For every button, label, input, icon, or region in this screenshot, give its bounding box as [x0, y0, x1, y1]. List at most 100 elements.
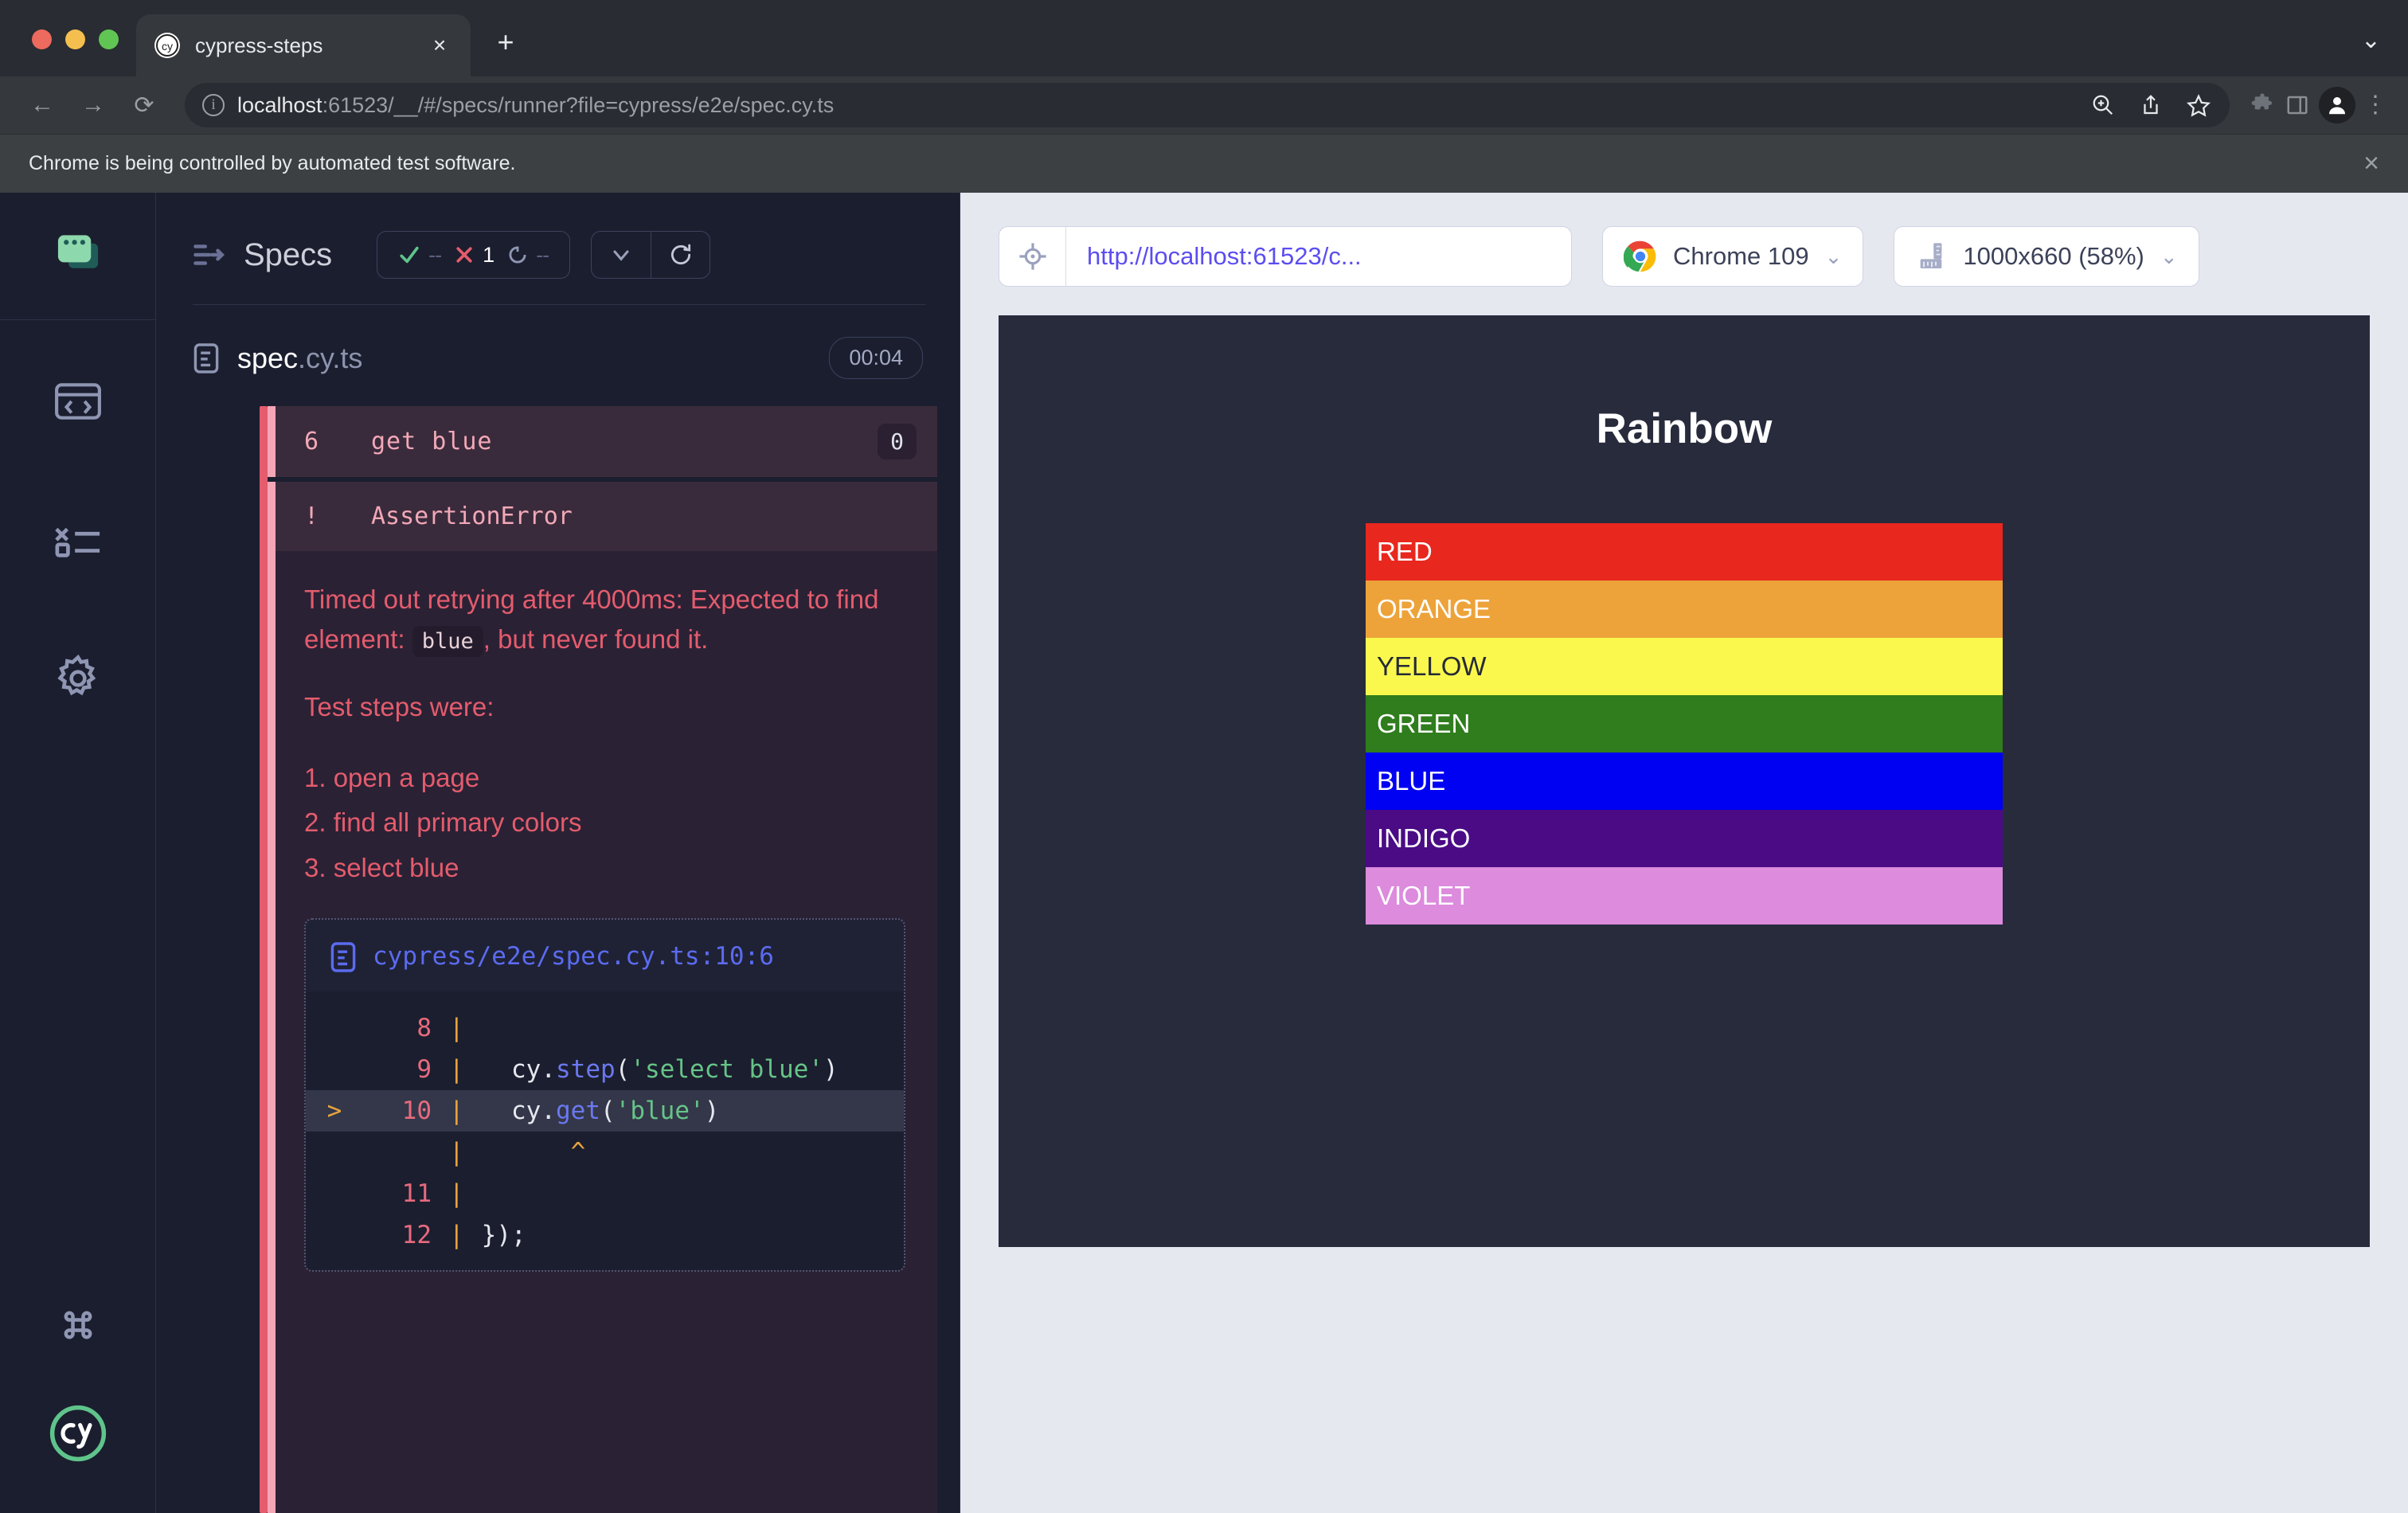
reporter-pane: Specs -- 1	[156, 193, 960, 1513]
zoom-in-icon[interactable]	[2089, 92, 2117, 119]
rainbow-bar-label: INDIGO	[1377, 823, 1470, 854]
stat-passed: --	[398, 243, 441, 268]
code-arrow: >	[320, 1090, 349, 1132]
close-icon[interactable]: ×	[426, 34, 453, 57]
command-label: get blue	[371, 428, 493, 455]
close-window-button[interactable]	[32, 29, 52, 49]
code-line: 9| cy.step('select blue')	[306, 1049, 904, 1090]
close-icon[interactable]: ×	[2363, 148, 2379, 179]
file-spec-icon	[193, 342, 220, 375]
rainbow-bar-violet[interactable]: VIOLET	[1366, 867, 2003, 925]
url-path: :61523/__/#/specs/runner?file=cypress/e2…	[322, 93, 835, 117]
reporter-controls	[591, 231, 710, 279]
viewport-selector[interactable]: 1000x660 (58%) ⌄	[1894, 226, 2199, 287]
automation-infobar: Chrome is being controlled by automated …	[0, 134, 2408, 193]
code-text: cy.get('blue')	[482, 1090, 720, 1132]
codeframe-path[interactable]: cypress/e2e/spec.cy.ts:10:6	[373, 940, 774, 972]
circle-dashed-icon	[507, 244, 528, 265]
error-body: Timed out retrying after 4000ms: Expecte…	[268, 551, 937, 1513]
address-bar[interactable]: i localhost:61523/__/#/specs/runner?file…	[185, 83, 2230, 127]
rainbow-bar-yellow[interactable]: YELLOW	[1366, 638, 2003, 695]
viewport-selector-label: 1000x660 (58%)	[1963, 242, 2144, 271]
code-sep: |	[432, 1173, 482, 1214]
stat-failed: 1	[454, 243, 494, 268]
code-sep: |	[432, 1214, 482, 1256]
reload-icon[interactable]	[651, 232, 710, 278]
spec-file-base: spec	[237, 342, 298, 374]
rainbow-bar-green[interactable]: GREEN	[1366, 695, 2003, 753]
aut-url-bar[interactable]: http://localhost:61523/c...	[999, 226, 1572, 287]
sidebar-logo[interactable]	[0, 193, 155, 320]
url-text: localhost:61523/__/#/specs/runner?file=c…	[237, 93, 834, 118]
sidebar-item-runs[interactable]	[43, 505, 113, 575]
error-codeframe: cypress/e2e/spec.cy.ts:10:6 8| 9| cy.ste…	[304, 918, 905, 1272]
svg-text:cy: cy	[162, 40, 173, 53]
window-controls: ⌄	[2361, 26, 2408, 76]
codeframe-source: 8| 9| cy.step('select blue') >10| cy.get…	[306, 991, 904, 1270]
code-line-caret: | ^	[306, 1132, 904, 1173]
page-title: Specs	[244, 237, 332, 273]
ruler-icon	[1915, 240, 1947, 272]
code-line-number: 12	[349, 1214, 432, 1256]
list-item: 2. find all primary colors	[304, 800, 905, 846]
chrome-icon	[1624, 240, 1657, 273]
rainbow-bar-indigo[interactable]: INDIGO	[1366, 810, 2003, 867]
cypress-specs-logo-icon	[52, 232, 104, 281]
chevron-down-icon[interactable]	[592, 232, 651, 278]
aut-url-text[interactable]: http://localhost:61523/c...	[1066, 227, 1382, 286]
chevron-down-icon[interactable]: ⌄	[1825, 244, 1843, 269]
chevron-down-icon[interactable]: ⌄	[2160, 244, 2178, 269]
spec-file-name: spec.cy.ts	[237, 342, 362, 375]
selector-playground-icon[interactable]	[999, 227, 1066, 286]
code-line-number: 10	[349, 1090, 432, 1132]
site-info-icon[interactable]: i	[202, 94, 225, 116]
error-steps-list: 1. open a page 2. find all primary color…	[304, 756, 905, 891]
cypress-app: Specs -- 1	[0, 193, 2408, 1513]
profile-avatar-icon[interactable]	[2319, 87, 2355, 123]
rainbow-bar-blue[interactable]: BLUE	[1366, 753, 2003, 810]
tab-strip: cy cypress-steps × + ⌄	[0, 0, 2408, 76]
reload-button[interactable]: ⟳	[123, 84, 166, 127]
rainbow-bars: RED ORANGE YELLOW GREEN BLUE INDIGO VIOL…	[1366, 523, 2003, 925]
code-line-number: 8	[349, 1007, 432, 1049]
x-icon	[454, 244, 475, 265]
extensions-puzzle-icon[interactable]	[2249, 92, 2276, 119]
rainbow-bar-label: BLUE	[1377, 766, 1445, 796]
chevron-down-icon[interactable]: ⌄	[2361, 26, 2381, 54]
new-tab-button[interactable]: +	[488, 25, 523, 59]
browser-toolbar: ← → ⟳ i localhost:61523/__/#/specs/runne…	[0, 76, 2408, 134]
code-line: 12|});	[306, 1214, 904, 1256]
codeframe-header[interactable]: cypress/e2e/spec.cy.ts:10:6	[306, 920, 904, 991]
minimize-window-button[interactable]	[65, 29, 85, 49]
application-under-test: Rainbow RED ORANGE YELLOW GREEN BLUE IND…	[999, 315, 2370, 1247]
code-line-number: 11	[349, 1173, 432, 1214]
code-arrow	[320, 1007, 349, 1049]
specs-title-group[interactable]: Specs	[193, 237, 332, 273]
rainbow-bar-red[interactable]: RED	[1366, 523, 2003, 581]
cy-logo-icon[interactable]	[43, 1398, 113, 1468]
maximize-window-button[interactable]	[99, 29, 119, 49]
side-panel-icon[interactable]	[2284, 92, 2311, 119]
keyboard-shortcuts-button[interactable]	[43, 1290, 113, 1360]
rainbow-bar-orange[interactable]: ORANGE	[1366, 581, 2003, 638]
chrome-menu-icon[interactable]: ⋮	[2363, 102, 2387, 108]
error-marker: !	[304, 502, 347, 530]
stat-pending: --	[507, 243, 549, 268]
browser-selector[interactable]: Chrome 109 ⌄	[1602, 226, 1863, 287]
sidebar-item-settings[interactable]	[43, 643, 113, 713]
sidebar-item-specs[interactable]	[43, 366, 113, 436]
spec-file-ext: .cy.ts	[298, 342, 362, 374]
url-host: localhost	[237, 93, 322, 117]
spec-file-row: spec.cy.ts 00:04	[156, 305, 960, 379]
command-row-get[interactable]: 6 get blue 0	[268, 406, 937, 477]
browser-tab[interactable]: cy cypress-steps ×	[136, 14, 471, 76]
forward-button[interactable]: →	[72, 84, 115, 127]
code-sep: |	[432, 1049, 482, 1090]
bookmark-star-icon[interactable]	[2185, 92, 2212, 119]
share-icon[interactable]	[2137, 92, 2164, 119]
code-sep: |	[432, 1132, 482, 1173]
sidebar	[0, 193, 156, 1513]
code-line-highlighted: >10| cy.get('blue')	[306, 1090, 904, 1132]
back-button[interactable]: ←	[21, 84, 64, 127]
stat-failed-value: 1	[483, 243, 494, 268]
